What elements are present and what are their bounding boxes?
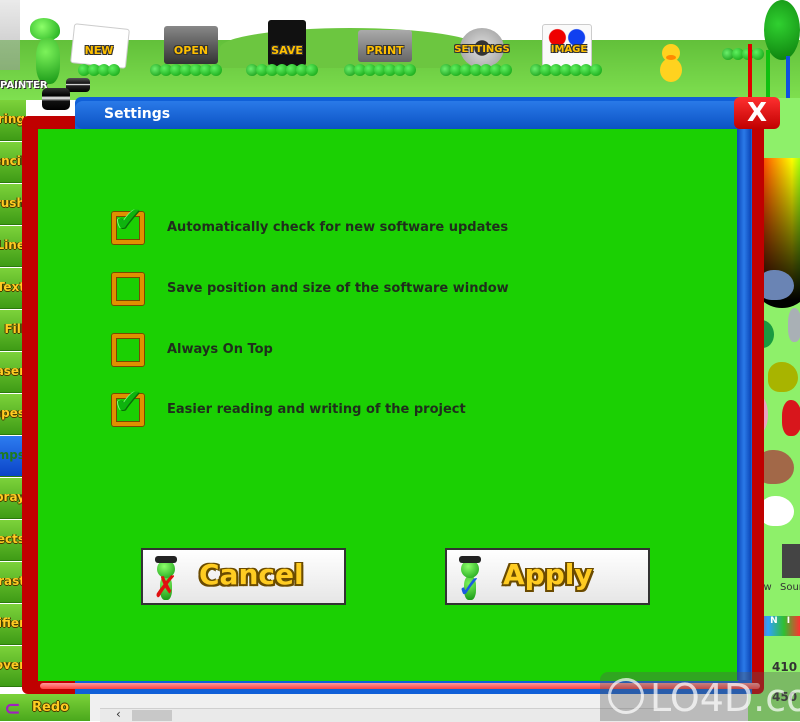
redo-arrow-icon: ⊂ [4,696,21,720]
caterpillar-decoration [246,64,318,78]
paint-roller-icon [42,88,70,110]
horizontal-scrollbar[interactable]: ‹ [100,707,660,722]
option-always-on-top[interactable]: Always On Top [112,334,592,370]
checkbox-easier-reading[interactable]: ✔ [112,382,144,426]
painter-label: PAINTER [0,80,48,91]
redo-button[interactable]: ⊂ Redo [0,694,90,721]
caterpillar-decoration [440,64,512,78]
scroll-left-icon[interactable]: ‹ [116,707,121,721]
watermark: LO4D.com [600,672,800,721]
checkmark-icon: ✔ [114,200,143,240]
sound-label: Sound [780,582,800,593]
paint-brush-blue-icon [786,56,790,100]
color-swatch-red[interactable] [782,400,800,436]
dialog-title: Settings [104,106,171,122]
option-easier-reading[interactable]: ✔ Easier reading and writing of the proj… [112,382,592,430]
checkbox-always-on-top[interactable] [112,334,144,366]
top-toolbar: NEW OPEN SAVE PRINT SETTINGS IMAGE [0,0,800,100]
easel-decoration [0,0,20,70]
caterpillar-decoration [150,64,222,78]
duck-icon [658,44,684,82]
dialog-frame-blue-right [737,129,751,680]
checkmark-icon: ✓ [457,570,483,605]
option-auto-update[interactable]: ✔ Automatically check for new software u… [112,200,592,248]
speaker-icon[interactable] [782,544,800,578]
color-swatch-gray[interactable] [788,308,800,342]
color-swatch-olive[interactable] [768,362,798,392]
floppy-disk-icon [268,20,306,66]
color-swatch-white[interactable] [760,496,794,526]
watermark-logo-icon [608,678,644,714]
checkbox-auto-update[interactable]: ✔ [112,200,144,244]
caterpillar-decoration [722,48,764,62]
dinosaur-cancel-icon: ✗ [151,554,181,605]
dinosaur-apply-icon: ✓ [455,554,485,605]
apply-button[interactable]: ✓ Apply [445,548,650,605]
scrollbar-thumb[interactable] [132,710,172,721]
close-button[interactable]: X [734,97,780,129]
paint-brush-red-icon [748,44,752,100]
caterpillar-decoration [344,64,416,78]
caterpillar-decoration [530,64,602,78]
option-save-window-position[interactable]: Save position and size of the software w… [112,273,592,309]
dialog-titlebar [75,101,745,129]
caterpillar-decoration [78,64,120,78]
checkbox-save-window-position[interactable] [112,273,144,305]
cancel-button[interactable]: ✗ Cancel [141,548,346,605]
paint-brush-green-icon [766,50,770,100]
close-icon: X [746,98,768,128]
x-mark-icon: ✗ [153,570,179,605]
checkmark-icon: ✔ [114,382,143,422]
